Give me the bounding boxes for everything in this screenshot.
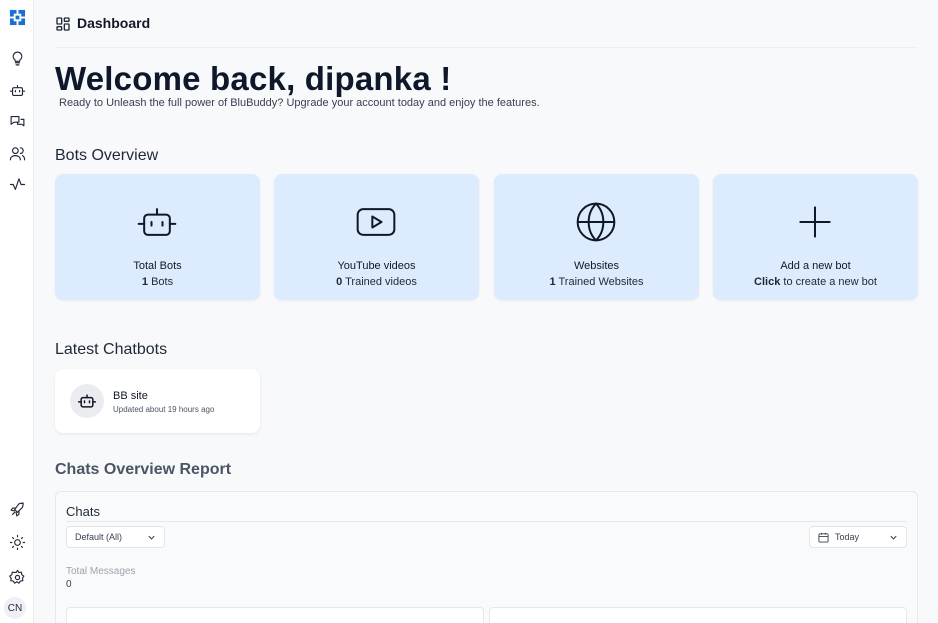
users-icon[interactable] <box>6 142 28 164</box>
bot-filter-value: Default (All) <box>75 532 123 542</box>
date-range-value: Today <box>835 532 860 542</box>
card-count: 0 <box>336 276 343 288</box>
chats-report-panel: Chats Default (All) Today Total Messages… <box>55 491 918 623</box>
welcome-heading: Welcome back, dipanka ! <box>55 60 452 97</box>
chatbot-card[interactable]: BB site Updated about 19 hours ago <box>55 369 260 433</box>
chevron-down-icon <box>148 535 155 540</box>
bot-icon <box>137 208 177 236</box>
sun-icon[interactable] <box>6 531 28 553</box>
latest-chatbots-title: Latest Chatbots <box>55 341 168 358</box>
lightbulb-icon[interactable] <box>6 47 28 69</box>
card-count: Click <box>754 276 781 288</box>
chat-bubbles-icon[interactable] <box>6 110 28 132</box>
card-subtitle: 0 Trained videos <box>274 276 479 288</box>
rocket-icon[interactable] <box>6 498 28 520</box>
activity-icon[interactable] <box>6 173 28 195</box>
chats-overview-title: Chats Overview Report <box>55 461 232 478</box>
card-title: Total Bots <box>133 260 182 272</box>
add-new-bot-card[interactable]: Add a new bot Click to create a new bot <box>713 174 918 300</box>
calendar-icon <box>818 532 829 543</box>
bot-filter-select[interactable]: Default (All) <box>66 526 165 548</box>
card-count: 1 <box>549 276 556 288</box>
card-title: Add a new bot <box>780 260 851 272</box>
plus-icon <box>799 206 831 238</box>
chart-panel-left <box>66 607 484 623</box>
sidebar: CN <box>0 0 34 623</box>
total-messages-value: 0 <box>66 579 72 590</box>
chatbot-avatar <box>70 384 104 418</box>
divider <box>66 521 907 522</box>
top-bar: Dashboard <box>55 12 917 48</box>
card-subtitle: 1 Trained Websites <box>494 276 699 288</box>
date-range-select[interactable]: Today <box>809 526 907 548</box>
bot-icon <box>77 394 97 408</box>
chatbot-name: BB site <box>113 390 148 402</box>
card-title: Websites <box>573 260 620 272</box>
card-unit: Bots <box>151 276 174 288</box>
welcome-subtitle: Ready to Unleash the full power of BluBu… <box>59 97 540 109</box>
card-unit: Trained videos <box>345 276 417 288</box>
websites-card[interactable]: Websites 1 Trained Websites <box>494 174 699 300</box>
chevron-down-icon <box>890 535 897 540</box>
main-content: Dashboard Welcome back, dipanka ! Ready … <box>34 0 938 623</box>
total-messages-label: Total Messages <box>66 566 136 577</box>
card-unit: Trained Websites <box>558 276 644 288</box>
card-title: YouTube videos <box>337 260 416 272</box>
card-subtitle: 1 Bots <box>55 276 260 288</box>
card-unit: to create a new bot <box>783 276 877 288</box>
dashboard-icon <box>56 17 70 31</box>
total-bots-card[interactable]: Total Bots 1 Bots <box>55 174 260 300</box>
bots-overview-title: Bots Overview <box>55 147 159 164</box>
card-count: 1 <box>141 276 149 288</box>
chats-panel-title: Chats <box>66 504 100 519</box>
chart-panel-right <box>489 607 907 623</box>
grid-logo-icon[interactable] <box>6 6 28 28</box>
gear-icon[interactable] <box>6 566 28 588</box>
chatbot-updated: Updated about 19 hours ago <box>113 405 215 414</box>
bot-icon[interactable] <box>6 79 28 101</box>
page-title: Dashboard <box>77 15 151 31</box>
card-subtitle: Click to create a new bot <box>713 276 918 288</box>
avatar[interactable]: CN <box>4 597 26 619</box>
globe-icon <box>576 202 616 242</box>
youtube-play-icon <box>356 208 396 236</box>
youtube-videos-card[interactable]: YouTube videos 0 Trained videos <box>274 174 479 300</box>
